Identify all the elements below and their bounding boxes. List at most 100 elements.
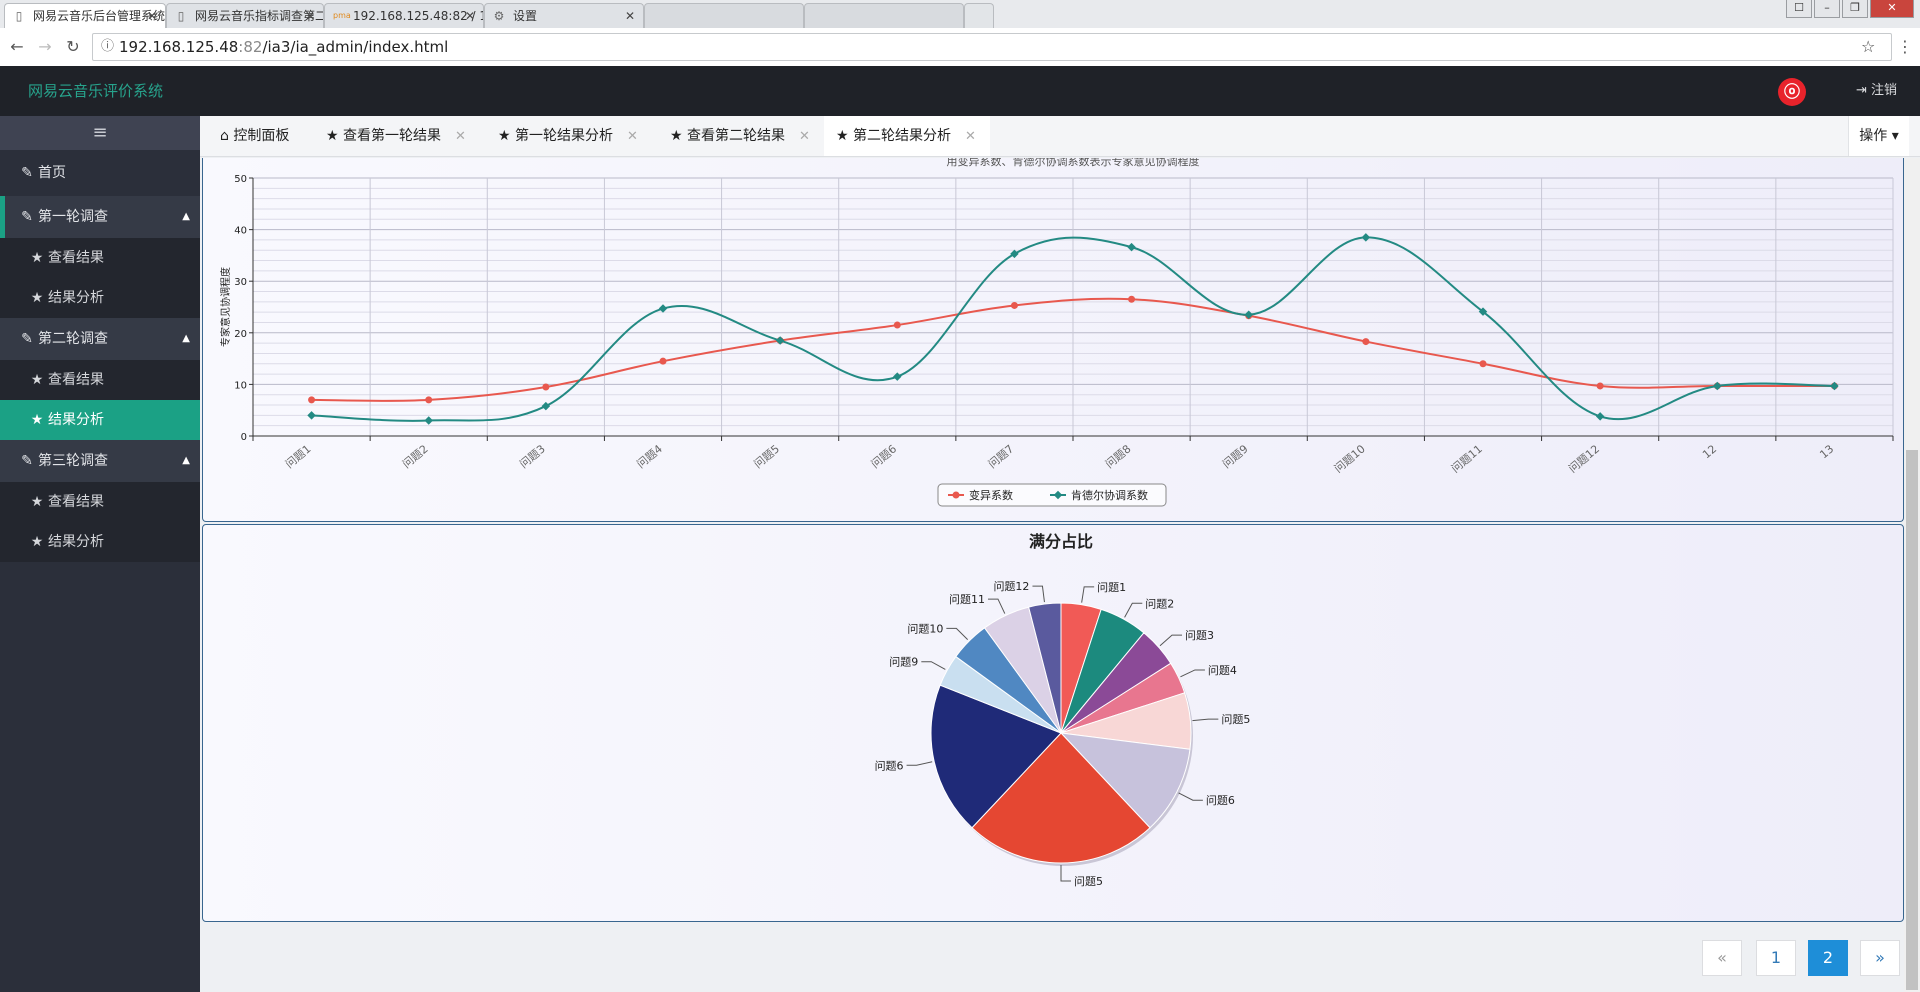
pie-leader-line [1180,669,1205,678]
browser-tab-admin[interactable]: ▯ 网易云音乐后台管理系统 ✕ [4,3,166,28]
reload-icon[interactable]: ↻ [62,36,84,58]
x-tick-label: 问题10 [1332,442,1368,475]
new-tab-button[interactable] [964,3,994,28]
info-icon: ⓘ [101,39,115,54]
home-icon: ⌂ [220,128,234,144]
pie-leader-line [1060,865,1071,882]
sidebar-item-round1-results[interactable]: ★ 查看结果 [0,238,200,278]
x-tick-label: 问题1 [283,442,314,471]
pagination-page-2[interactable]: 2 [1808,940,1848,976]
sidebar-item-round1-analysis[interactable]: ★ 结果分析 [0,278,200,318]
data-point [424,416,433,425]
x-tick-label: 问题3 [517,442,548,471]
browser-tab-survey[interactable]: ▯ 网易云音乐指标调查第二 ✕ [166,3,324,28]
tab-round1-analysis[interactable]: ★ 第一轮结果分析 ✕ [490,116,646,156]
browser-tab-blurred[interactable] [644,3,804,28]
pagination-next[interactable]: » [1860,940,1900,976]
data-point [659,357,667,365]
menu-icon[interactable]: ⋮ [1894,36,1916,58]
legend-label: 肯德尔协调系数 [1071,488,1148,502]
leaf-icon: ✎ [21,453,33,469]
pie-leader-line [1159,634,1183,647]
leaf-icon: ✎ [21,209,33,225]
sidebar-item-round3-results[interactable]: ★ 查看结果 [0,482,200,522]
legend-marker [952,491,960,499]
gear-icon: ⚙ [493,9,505,23]
bookmark-star-icon[interactable]: ☆ [1861,34,1875,60]
pie-leader-line [1192,718,1219,722]
sidebar-item-label: 结果分析 [48,412,104,428]
sidebar-item-label: 查看结果 [48,250,104,266]
data-point [658,304,668,313]
pie-label: 问题5 [1074,875,1103,888]
pie-leader-line [987,598,1006,614]
logout-label: 注销 [1871,83,1898,98]
caret-down-icon: ▾ [1891,128,1899,144]
data-point [1362,338,1370,346]
leaf-icon: ✎ [21,331,33,347]
pie-label: 问题11 [949,593,985,606]
close-icon[interactable]: ✕ [623,4,637,28]
pie-label: 问题2 [1145,597,1174,610]
data-point [1595,412,1605,421]
star-icon: ★ [836,128,854,144]
pie-leader-line [906,761,933,766]
pie-leader-line [1081,586,1095,603]
star-icon: ★ [30,412,44,428]
minimize-icon[interactable]: – [1814,0,1840,18]
pie-chart: 满分占比问题1 问题2 问题3 问题4 问题5 问题6 问题5 问题6 问题9 问题10 问题11 问… [875,532,1251,888]
window-close-icon[interactable]: ✕ [1870,0,1914,18]
sidebar-group-label: 第二轮调查 [38,331,108,347]
x-tick-label: 问题2 [400,442,431,471]
sidebar-item-round2-results[interactable]: ★ 查看结果 [0,360,200,400]
pagination-prev[interactable]: « [1702,940,1742,976]
pagination-page-1[interactable]: 1 [1756,940,1796,976]
y-tick-label: 0 [241,432,247,443]
pie-label: 问题12 [993,580,1029,593]
tab-round2-results[interactable]: ★ 查看第二轮结果 ✕ [662,116,818,156]
close-icon[interactable]: ✕ [799,129,810,144]
data-point [308,396,316,404]
sidebar-item-round3-analysis[interactable]: ★ 结果分析 [0,522,200,562]
sidebar-item-round2-analysis[interactable]: ★ 结果分析 [0,400,200,440]
data-point [1596,382,1604,390]
profile-icon[interactable]: ☐ [1786,0,1812,18]
browser-tab-blurred[interactable] [804,3,964,28]
sidebar-item-label: 结果分析 [48,290,104,306]
sidebar-group-round1[interactable]: ✎ 第一轮调查 ▲ [0,196,200,238]
close-icon[interactable]: ✕ [145,4,159,28]
browser-tab-pma[interactable]: pma 192.168.125.48:82 / 12 ✕ [324,3,484,28]
scrollbar-thumb[interactable] [1906,450,1918,990]
sidebar-group-round2[interactable]: ✎ 第二轮调查 ▲ [0,318,200,360]
address-bar[interactable]: ⓘ 192.168.125.48:82/ia3/ia_admin/index.h… [92,33,1892,61]
browser-tab-settings[interactable]: ⚙ 设置 ✕ [484,3,644,28]
sidebar-item-label: 查看结果 [48,372,104,388]
back-icon[interactable]: ← [6,36,28,58]
close-icon[interactable]: ✕ [463,4,477,28]
pie-chart-panel: 满分占比 问题1 问题2 问题3 问题4 问题5 问题6 问题5 问题6 问题9 问题10 问题11 问… [202,524,1904,922]
pie-label: 问题4 [1208,664,1237,677]
close-icon[interactable]: ✕ [455,129,466,144]
close-icon[interactable]: ✕ [965,129,976,144]
sidebar-item-home[interactable]: ✎ 首页 [0,150,200,196]
tab-round2-analysis[interactable]: ★ 第二轮结果分析 ✕ [824,116,990,156]
close-icon[interactable]: ✕ [303,4,317,28]
star-icon: ★ [30,250,44,266]
sidebar-toggle-button[interactable]: ≡ [0,116,200,150]
logout-button[interactable]: ⇥ 注销 [1856,66,1897,116]
star-icon: ★ [30,494,44,510]
line-chart-panel: 用变异系数、肯德尔协调系数表示专家意见协调程度 0 10 20 30 40 50 问题1 问题2… [202,158,1904,522]
x-tick-label: 问题8 [1103,442,1134,471]
forward-icon[interactable]: → [34,36,56,58]
maximize-icon[interactable]: ❐ [1842,0,1868,18]
tab-dashboard[interactable]: ⌂ 控制面板 [214,116,295,156]
pie-leader-line [921,661,946,670]
tab-round1-results[interactable]: ★ 查看第一轮结果 ✕ [318,116,474,156]
data-point [542,383,550,391]
close-icon[interactable]: ✕ [627,129,638,144]
app-header: 网易云音乐评价系统 ⓞ ⇥ 注销 [0,66,1920,116]
brand-title[interactable]: 网易云音乐评价系统 [28,66,163,116]
sidebar-group-round3[interactable]: ✎ 第三轮调查 ▲ [0,440,200,482]
data-point [1830,381,1839,391]
operations-dropdown-button[interactable]: 操作 ▾ [1848,116,1909,156]
